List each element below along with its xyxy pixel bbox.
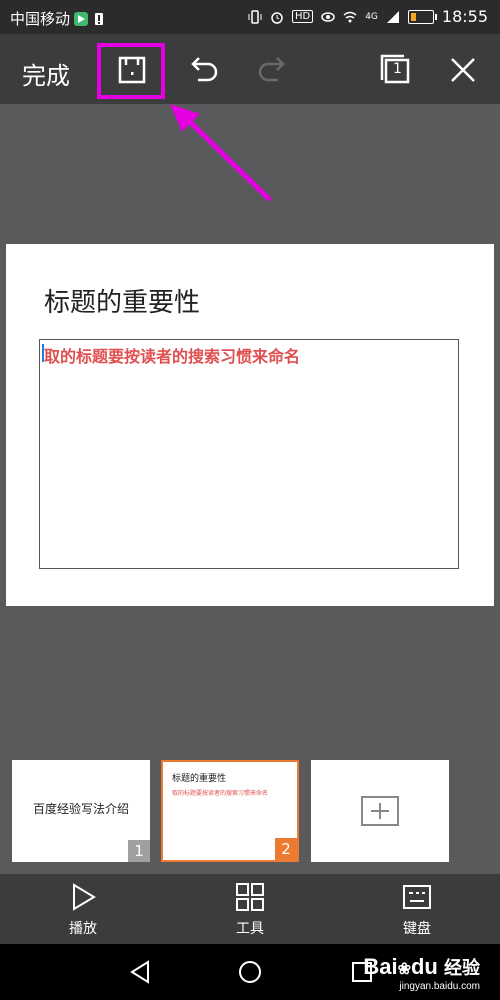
undo-icon[interactable]	[184, 50, 224, 90]
thumbnail-subtitle: 取的标题要按读者的搜索习惯来命名	[172, 790, 269, 797]
slide-thumbnail-2[interactable]: 标题的重要性 取的标题要按读者的搜索习惯来命名 2	[161, 760, 299, 862]
eye-icon	[321, 11, 335, 22]
tools-icon	[236, 883, 264, 911]
plus-icon	[361, 796, 399, 826]
editor-toolbar: 完成 1	[0, 34, 500, 104]
system-nav-bar: Bai❀du 经验 jingyan.baidu.com	[0, 944, 500, 1000]
pages-button[interactable]: 1	[376, 50, 416, 90]
slide-canvas[interactable]: 标题的重要性 取的标题要按读者的搜索习惯来命名	[6, 244, 494, 606]
slide-thumbnail-strip: 百度经验写法介绍 1 标题的重要性 取的标题要按读者的搜索习惯来命名 2	[0, 748, 500, 872]
play-icon	[73, 883, 96, 911]
save-highlight-box	[97, 43, 165, 99]
redo-icon[interactable]	[252, 50, 292, 90]
watermark-brand2: du	[410, 954, 438, 979]
play-button[interactable]: 播放	[43, 882, 123, 938]
close-icon[interactable]	[443, 50, 483, 90]
thumbnail-title: 标题的重要性	[172, 774, 227, 784]
baidu-watermark: Bai❀du 经验 jingyan.baidu.com	[363, 954, 480, 993]
keyboard-button[interactable]: 键盘	[377, 882, 457, 938]
hd-badge: HD	[291, 10, 314, 23]
bottom-toolbar: 播放 工具 键盘	[0, 874, 500, 944]
carrier-label: 中国移动	[10, 10, 71, 28]
home-icon[interactable]	[238, 960, 262, 984]
alarm-icon	[271, 11, 283, 24]
network-label: 4G	[365, 11, 378, 22]
keyboard-label: 键盘	[403, 921, 431, 937]
clock: 18:55	[441, 7, 488, 26]
slide-text-box[interactable]: 取的标题要按读者的搜索习惯来命名	[39, 339, 459, 569]
status-bar-left: 中国移动	[10, 8, 106, 29]
tools-label: 工具	[236, 921, 264, 937]
alert-icon	[95, 12, 104, 25]
slide-thumbnail-1[interactable]: 百度经验写法介绍 1	[12, 760, 150, 862]
done-button[interactable]: 完成	[22, 56, 70, 91]
annotation-arrow-icon	[170, 104, 272, 202]
pages-count: 1	[393, 61, 402, 77]
thumbnail-title: 百度经验写法介绍	[32, 802, 129, 816]
tools-button[interactable]: 工具	[210, 882, 290, 938]
play-label: 播放	[69, 921, 97, 937]
keyboard-icon	[403, 885, 431, 909]
watermark-url: jingyan.baidu.com	[399, 981, 480, 992]
thumbnail-number: 2	[275, 838, 297, 860]
signal-icon	[386, 10, 399, 23]
slide-title[interactable]: 标题的重要性	[44, 282, 200, 319]
status-bar-right: HD 4G 18:55	[248, 7, 488, 26]
thumbnail-number: 1	[128, 840, 150, 862]
paw-icon: ❀	[397, 961, 411, 978]
slide-body-text[interactable]: 取的标题要按读者的搜索习惯来命名	[44, 343, 300, 367]
vibrate-icon	[248, 9, 262, 24]
back-icon[interactable]	[128, 960, 152, 984]
status-bar: 中国移动 HD 4G 18:55	[0, 0, 500, 34]
watermark-brand: Bai	[363, 954, 398, 979]
wifi-icon	[343, 11, 357, 22]
battery-icon	[407, 9, 437, 24]
play-store-icon	[74, 11, 89, 26]
watermark-suffix: 经验	[444, 958, 480, 979]
add-slide-button[interactable]	[311, 760, 449, 862]
